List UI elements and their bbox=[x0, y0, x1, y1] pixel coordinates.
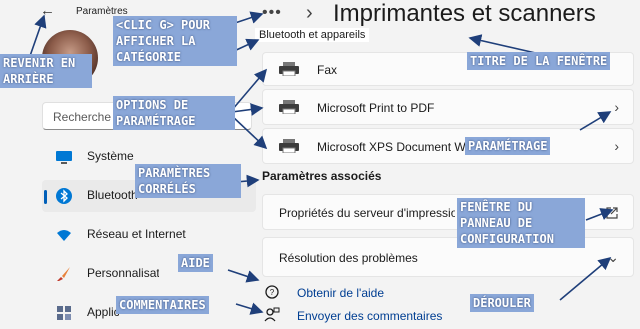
annotation-related: Paramètres corrélés bbox=[135, 164, 241, 198]
monitor-icon bbox=[56, 151, 72, 164]
sidebar-item-label: Bluetooth et appareils bbox=[87, 188, 137, 202]
search-placeholder: Recherche bbox=[53, 110, 112, 124]
help-link[interactable]: Obtenir de l'aide bbox=[297, 286, 384, 300]
feedback-icon bbox=[264, 307, 280, 322]
sidebar-item-personalization[interactable]: Personnalisation bbox=[42, 258, 256, 290]
back-arrow-icon[interactable]: ← bbox=[40, 2, 55, 19]
printer-icon bbox=[279, 139, 299, 153]
related-label: Propriétés du serveur d'impression bbox=[279, 206, 455, 220]
sidebar-item-label: Applications bbox=[87, 305, 119, 319]
annotation-help: Aide bbox=[178, 254, 213, 272]
breadcrumb-parent[interactable]: Bluetooth et appareils bbox=[255, 28, 370, 42]
section-title: Paramètres associés bbox=[262, 169, 382, 183]
printer-card-pdf[interactable]: Microsoft Print to PDF › bbox=[262, 89, 634, 125]
chevron-right-icon: › bbox=[614, 138, 619, 154]
feedback-link[interactable]: Envoyer des commentaires bbox=[297, 309, 442, 323]
related-label: Résolution des problèmes bbox=[279, 251, 418, 265]
annotation-title: Titre de la fenêtre bbox=[467, 52, 611, 70]
annotation-expand: Dérouler bbox=[470, 294, 534, 312]
bluetooth-icon bbox=[56, 188, 72, 204]
printer-icon bbox=[279, 62, 299, 76]
annotation-category: <Clic G> pour afficher la catégorie bbox=[113, 16, 237, 66]
printer-label: Microsoft Print to PDF bbox=[317, 101, 435, 115]
printer-card-xps[interactable]: Microsoft XPS Document Writer › bbox=[262, 128, 634, 164]
help-icon: ? bbox=[265, 285, 279, 299]
page-title: Imprimantes et scanners bbox=[333, 0, 596, 27]
sidebar-item-label: Réseau et Internet bbox=[87, 227, 186, 241]
open-external-icon bbox=[606, 207, 618, 219]
brush-icon bbox=[57, 267, 70, 281]
wifi-icon bbox=[57, 230, 71, 241]
annotation-setting: Paramétrage bbox=[465, 137, 551, 155]
printer-icon bbox=[279, 100, 299, 114]
annotation-options: Options de paramétrage bbox=[113, 96, 235, 130]
svg-text:?: ? bbox=[270, 288, 275, 297]
annotation-feedback: Commentaires bbox=[116, 296, 209, 314]
apps-icon bbox=[57, 306, 71, 320]
breadcrumb-more-button[interactable]: ••• bbox=[262, 4, 282, 22]
sidebar-item-network[interactable]: Réseau et Internet bbox=[42, 219, 256, 251]
chevron-right-icon: › bbox=[614, 99, 619, 115]
printer-label: Microsoft XPS Document Writer bbox=[317, 140, 469, 154]
annotation-control-panel: Fenêtre du panneau de configuration bbox=[457, 198, 585, 248]
printer-label: Fax bbox=[317, 63, 338, 77]
sidebar-item-label: Personnalisation bbox=[87, 266, 159, 280]
breadcrumb-chevron-icon: › bbox=[306, 2, 313, 24]
selection-indicator bbox=[44, 190, 47, 204]
sidebar-item-label: Système bbox=[87, 149, 134, 163]
chevron-down-icon[interactable]: ⌄ bbox=[607, 249, 619, 266]
annotation-back: Revenir en arrière bbox=[0, 54, 92, 88]
